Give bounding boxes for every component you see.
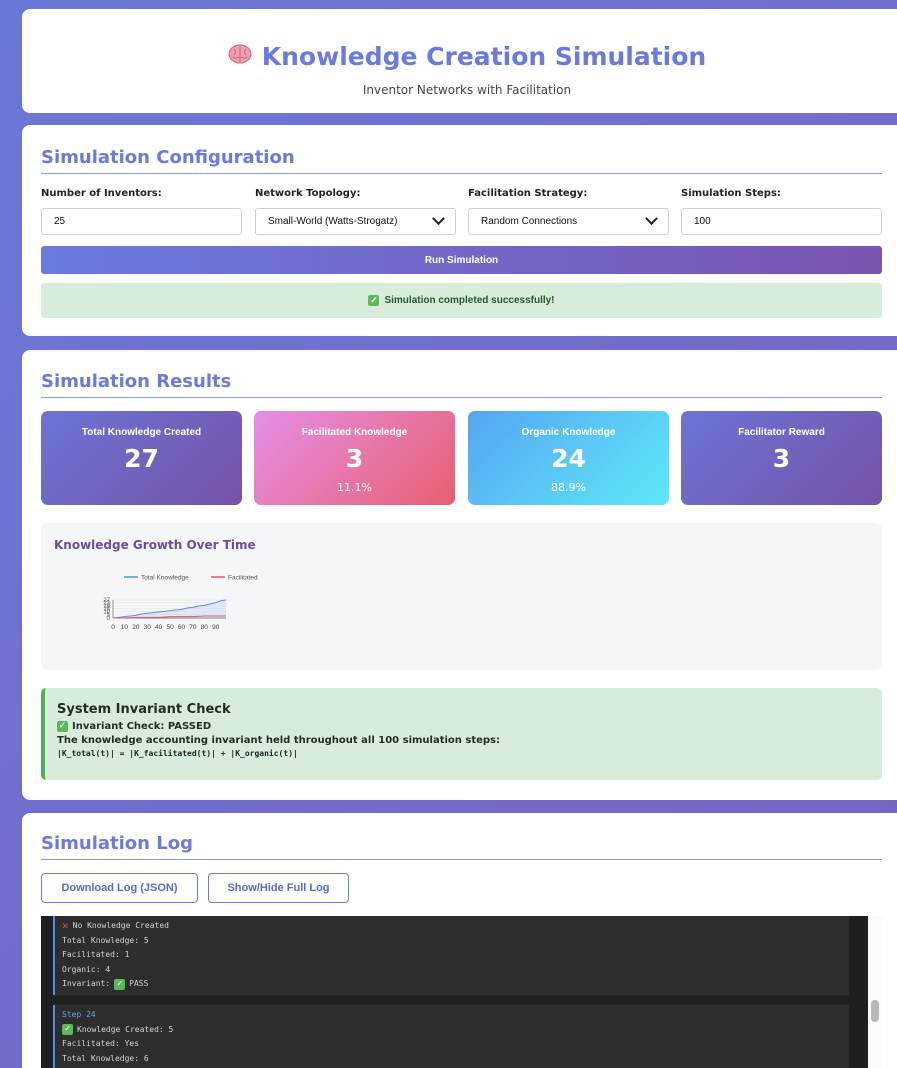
status-text: Simulation completed successfully! <box>384 295 555 306</box>
stat-value: 27 <box>124 444 159 473</box>
stat-value: 3 <box>345 444 364 473</box>
log-step: Step 24 <box>62 1010 96 1019</box>
log-card: Simulation Log Download Log (JSON) Show/… <box>22 813 897 1068</box>
stat-percent: 88.9% <box>551 481 586 494</box>
log-invariant-value: PASS <box>129 979 149 988</box>
legend-label: Total Knowledge <box>141 575 189 582</box>
scrollbar-track[interactable] <box>868 916 882 1068</box>
status-message: ✓ Simulation completed successfully! <box>41 283 882 318</box>
log-facilitated: Facilitated: 1 <box>62 950 130 959</box>
chevron-down-icon <box>645 212 658 226</box>
inventors-label: Number of Inventors: <box>41 188 162 199</box>
strategy-select[interactable]: Random Connections <box>468 208 669 235</box>
log-total: Total Knowledge: 5 <box>62 935 149 945</box>
toggle-log-button[interactable]: Show/Hide Full Log <box>208 873 349 903</box>
stat-label: Total Knowledge Created <box>81 427 202 438</box>
x-tick-label: 30 <box>144 624 152 631</box>
x-tick-label: 80 <box>201 624 209 631</box>
x-tick-label: 10 <box>121 624 129 631</box>
topology-label: Network Topology: <box>255 188 361 199</box>
check-icon: ✓ <box>57 721 68 732</box>
divider <box>41 173 882 174</box>
stat-label: Organic Knowledge <box>521 427 616 438</box>
scrollbar-thumb[interactable] <box>871 1000 879 1022</box>
stat-total-knowledge: Total Knowledge Created 27 <box>41 411 242 505</box>
page-title: Knowledge Creation Simulation <box>261 42 707 71</box>
invariant-status-text: Invariant Check: PASSED <box>72 721 212 732</box>
check-icon: ✓ <box>114 978 126 990</box>
log-title: Simulation Log <box>41 833 193 854</box>
run-simulation-button[interactable]: Run Simulation <box>41 246 882 274</box>
x-tick-label: 40 <box>155 624 163 631</box>
invariant-formula: |K_total(t)| = |K_facilitated(t)| + |K_o… <box>57 749 298 758</box>
topology-select[interactable]: Small-World (Watts-Strogatz) <box>255 208 456 235</box>
log-facilitated: Facilitated: Yes <box>62 1039 140 1048</box>
log-total: Total Knowledge: 6 <box>62 1053 149 1063</box>
header-card: Knowledge Creation Simulation Inventor N… <box>22 9 897 113</box>
divider <box>41 859 882 860</box>
strategy-field: Facilitation Strategy: Random Connection… <box>468 188 669 235</box>
steps-input[interactable]: 100 <box>681 208 882 235</box>
log-entry: ✕ No Knowledge Created Total Knowledge: 5… <box>53 916 849 995</box>
knowledge-growth-chart: 0510141823270 10 20 30 40 50 60 70 80 90Total Kno… <box>103 575 258 632</box>
steps-label: Simulation Steps: <box>681 188 781 199</box>
stat-label: Facilitated Knowledge <box>301 427 408 438</box>
stat-label: Facilitator Reward <box>738 427 825 438</box>
steps-field: Simulation Steps: 100 <box>681 188 882 235</box>
brain-icon <box>228 44 252 70</box>
topology-field: Network Topology: Small-World (Watts-Str… <box>255 188 456 235</box>
invariant-description: The knowledge accounting invariant held … <box>57 735 501 746</box>
strategy-value: Random Connections <box>481 216 578 227</box>
log-entry: Step 24 ✓ Knowledge Created: 5 Facilitate… <box>53 1005 849 1068</box>
steps-value: 100 <box>694 216 711 227</box>
results-card: Simulation Results Total Knowledge Creat… <box>22 350 897 800</box>
stat-percent: 11.1% <box>337 481 372 494</box>
x-tick-label: 50 <box>166 624 174 631</box>
stat-value: 3 <box>772 444 791 473</box>
inventors-input[interactable]: 25 <box>41 208 242 235</box>
chart-container: Knowledge Growth Over Time 0 5 10 14 18 23 27 0… <box>41 523 882 670</box>
stat-organic-knowledge: Organic Knowledge 24 88.9% <box>468 411 669 505</box>
divider <box>41 397 882 398</box>
inventors-value: 25 <box>54 216 66 227</box>
legend-label: Facilitated <box>228 575 258 582</box>
stat-facilitated-knowledge: Facilitated Knowledge 3 11.1% <box>254 411 455 505</box>
inventors-field: Number of Inventors: 25 <box>41 188 242 235</box>
x-tick-label: 0 <box>111 624 115 631</box>
results-title: Simulation Results <box>41 371 232 392</box>
stat-value: 24 <box>551 444 586 473</box>
log-organic: Organic: 4 <box>62 964 111 974</box>
x-tick-label: 60 <box>178 624 186 631</box>
config-card: Simulation Configuration Number of Inven… <box>22 125 897 336</box>
log-status: Knowledge Created: 5 <box>77 1024 174 1034</box>
x-tick-label: 90 <box>212 624 220 631</box>
invariant-title: System Invariant Check <box>57 702 231 717</box>
log-invariant-label: Invariant: <box>62 979 111 988</box>
check-icon: ✓ <box>62 1024 73 1036</box>
config-title: Simulation Configuration <box>41 147 295 168</box>
download-log-button[interactable]: Download Log (JSON) <box>41 873 198 903</box>
topology-value: Small-World (Watts-Strogatz) <box>268 216 398 227</box>
invariant-status: ✓ Invariant Check: PASSED <box>57 721 882 732</box>
log-console[interactable]: ✕ No Knowledge Created Total Knowledge: 5… <box>41 916 882 1068</box>
chevron-down-icon <box>432 212 445 226</box>
stat-facilitator-reward: Facilitator Reward 3 <box>681 411 882 505</box>
y-tick-label: 27 <box>103 598 110 604</box>
strategy-label: Facilitation Strategy: <box>468 188 588 199</box>
log-status: No Knowledge Created <box>72 921 169 930</box>
invariant-check-box: System Invariant Check ✓ Invariant Check… <box>41 688 882 780</box>
page-subtitle: Inventor Networks with Facilitation <box>362 83 572 97</box>
cross-icon: ✕ <box>62 919 69 932</box>
check-icon: ✓ <box>368 295 380 306</box>
x-tick-label: 70 <box>189 624 197 631</box>
x-tick-label: 20 <box>132 624 140 631</box>
